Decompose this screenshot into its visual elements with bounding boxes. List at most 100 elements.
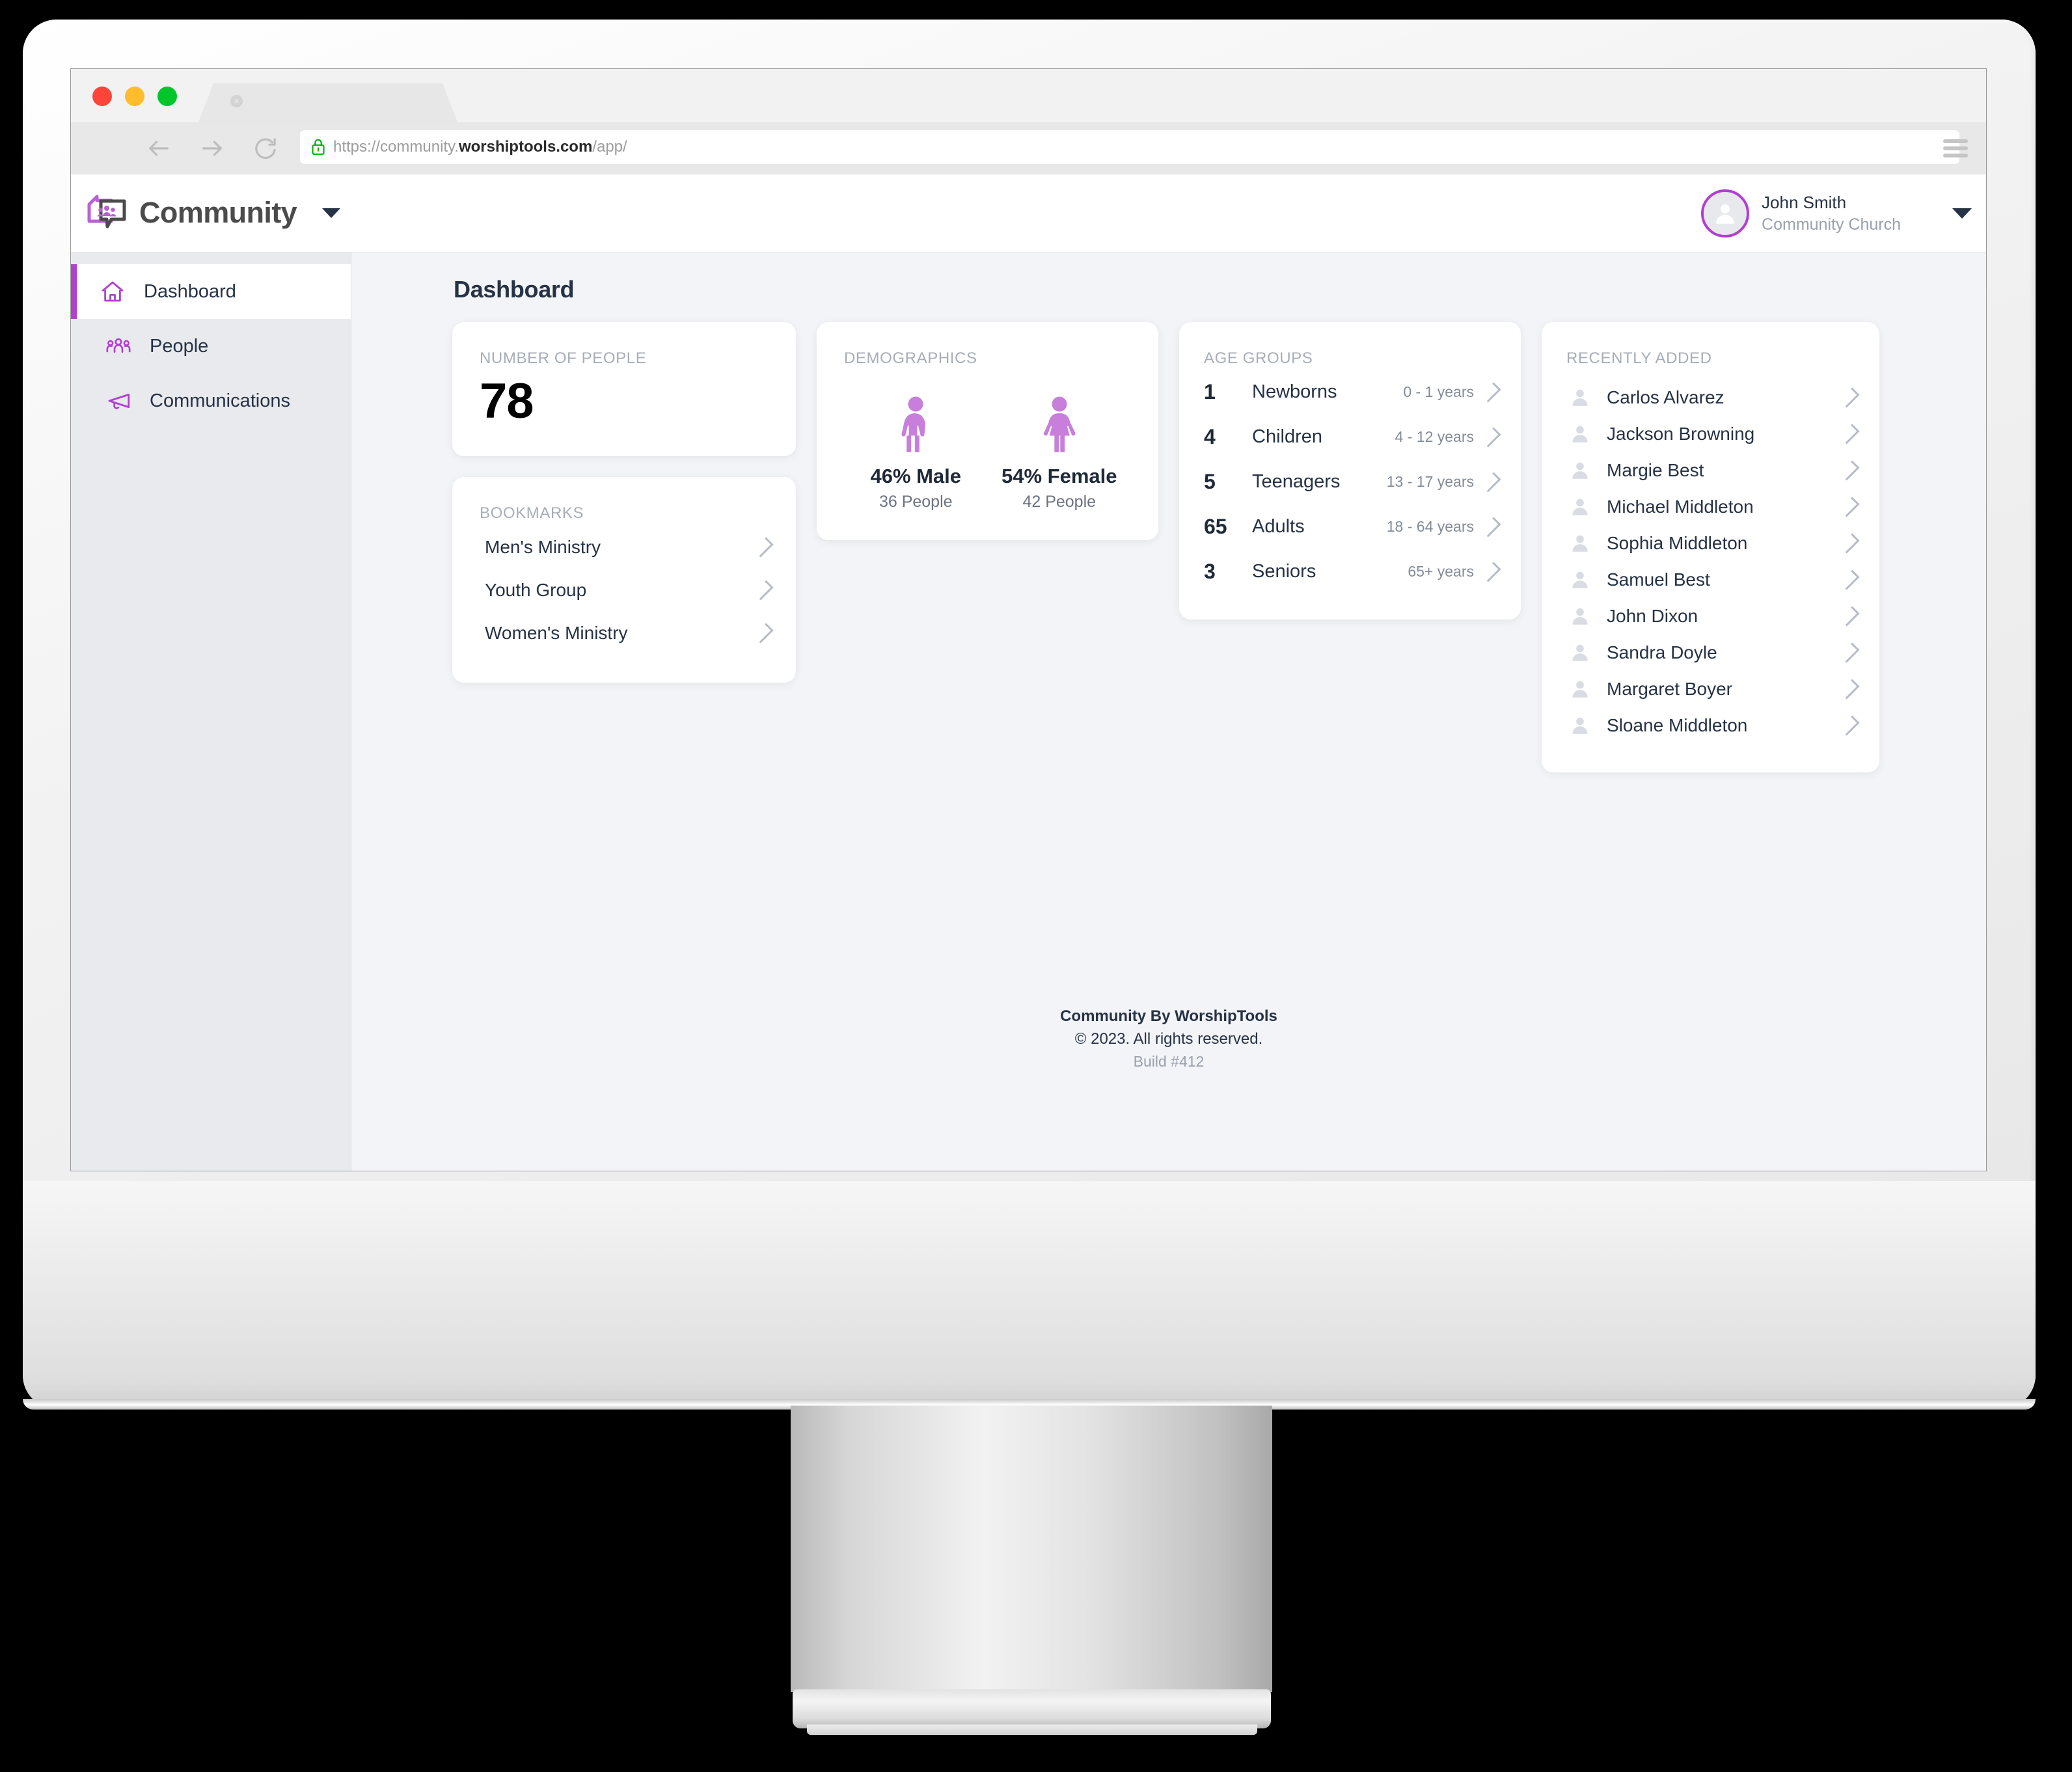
age-group-row[interactable]: 1 Newborns 0 - 1 years: [1179, 372, 1521, 413]
demographics-figures: 46% Male 36 People 54% Female 42 People: [844, 396, 1131, 511]
age-group-count: 65: [1204, 515, 1227, 538]
age-group-row[interactable]: 5 Teenagers 13 - 17 years: [1179, 461, 1521, 502]
age-group-name: Seniors: [1252, 561, 1316, 582]
list-item[interactable]: Margie Best: [1542, 452, 1879, 489]
chevron-right-icon: [753, 537, 774, 558]
age-group-count: 1: [1204, 380, 1216, 403]
age-group-count: 3: [1204, 560, 1216, 583]
card-label: AGE GROUPS: [1204, 349, 1313, 367]
age-group-range: 13 - 17 years: [1386, 473, 1474, 490]
user-info: John Smith Community Church: [1762, 192, 1901, 234]
user-menu[interactable]: John Smith Community Church: [1701, 186, 1972, 241]
list-item[interactable]: Samuel Best: [1542, 562, 1879, 598]
home-icon: [99, 278, 126, 305]
window-close-button[interactable]: [92, 87, 112, 106]
app-body: Dashboard People Communications Dashboar…: [71, 252, 1986, 1171]
cards-column-left: NUMBER OF PEOPLE 78 BOOKMARKS Men's Mini…: [452, 322, 796, 683]
card-label: BOOKMARKS: [480, 504, 584, 522]
user-organization: Community Church: [1762, 215, 1901, 234]
female-count: 42 People: [1022, 493, 1097, 511]
app-footer: Community By WorshipTools © 2023. All ri…: [351, 1005, 1986, 1072]
person-icon: [1569, 532, 1591, 554]
arrow-left-icon[interactable]: [146, 135, 172, 161]
list-item[interactable]: Jackson Browning: [1542, 416, 1879, 452]
age-group-range: 4 - 12 years: [1395, 428, 1474, 445]
sidebar-item-dashboard[interactable]: Dashboard: [71, 264, 351, 319]
arrow-right-icon[interactable]: [199, 135, 225, 161]
number-of-people-value: 78: [480, 374, 534, 429]
main-content: Dashboard NUMBER OF PEOPLE 78 BOOKMARKS …: [351, 252, 1986, 1171]
female-figure-icon: [991, 396, 1128, 452]
person-icon: [1569, 459, 1591, 482]
card-number-of-people: NUMBER OF PEOPLE 78: [452, 322, 796, 456]
list-item[interactable]: Carlos Alvarez: [1542, 379, 1879, 416]
avatar: [1701, 189, 1750, 238]
bookmark-label: Men's Ministry: [485, 537, 601, 557]
url-bar[interactable]: https://community.worshiptools.com/app/: [300, 130, 1959, 164]
age-group-name: Newborns: [1252, 381, 1337, 402]
age-group-range: 18 - 64 years: [1386, 518, 1474, 535]
community-speech-bubble-icon: [87, 195, 126, 228]
person-icon: [1569, 715, 1591, 737]
chevron-right-icon: [753, 623, 774, 644]
person-icon: [1569, 387, 1591, 409]
app-brand[interactable]: Community: [85, 193, 341, 233]
list-item[interactable]: Margaret Boyer: [1542, 671, 1879, 707]
sidebar-item-label: People: [150, 335, 209, 357]
chevron-right-icon: [753, 580, 774, 601]
person-name: Jackson Browning: [1607, 424, 1755, 444]
reload-icon[interactable]: [252, 135, 279, 161]
person-name: Carlos Alvarez: [1607, 387, 1724, 407]
age-group-row[interactable]: 3 Seniors 65+ years: [1179, 551, 1521, 592]
window-zoom-button[interactable]: [157, 87, 177, 106]
list-item[interactable]: Michael Middleton: [1542, 489, 1879, 525]
bookmark-item[interactable]: Youth Group: [452, 572, 796, 608]
sidebar-item-label: Communications: [150, 390, 290, 411]
list-item[interactable]: John Dixon: [1542, 598, 1879, 634]
sidebar-item-label: Dashboard: [144, 280, 236, 302]
age-group-row[interactable]: 4 Children 4 - 12 years: [1179, 416, 1521, 457]
person-icon: [1569, 423, 1591, 445]
list-item[interactable]: Sloane Middleton: [1542, 707, 1879, 744]
app-header: Community John Smith Community Church: [71, 174, 1986, 252]
bookmark-item[interactable]: Men's Ministry: [452, 529, 796, 566]
sidebar-item-people[interactable]: People: [71, 319, 351, 374]
male-percent: 46% Male: [870, 465, 962, 487]
age-group-name: Teenagers: [1252, 471, 1341, 492]
person-icon: [1569, 678, 1591, 700]
chevron-right-icon: [1480, 471, 1501, 493]
recently-added-list: Carlos Alvarez Jackson Browning Margie Bes…: [1542, 379, 1879, 744]
bookmark-label: Women's Ministry: [485, 623, 628, 643]
user-name: John Smith: [1762, 193, 1847, 213]
female-percent: 54% Female: [1002, 465, 1117, 487]
chevron-right-icon: [1480, 561, 1501, 582]
chevron-right-icon: [1480, 426, 1501, 448]
lock-icon: [311, 139, 325, 156]
app-title: Community: [139, 196, 297, 229]
bookmark-label: Youth Group: [485, 580, 587, 600]
list-item[interactable]: Sophia Middleton: [1542, 525, 1879, 562]
chevron-down-icon[interactable]: [1952, 208, 1972, 219]
card-bookmarks: BOOKMARKS Men's Ministry Youth Group Wom…: [452, 477, 796, 683]
list-item[interactable]: Sandra Doyle: [1542, 634, 1879, 671]
chevron-right-icon: [1480, 381, 1501, 403]
page-title: Dashboard: [454, 276, 575, 303]
person-name: Sloane Middleton: [1607, 715, 1748, 735]
tab-close-icon[interactable]: ×: [230, 95, 243, 107]
person-name: Samuel Best: [1607, 569, 1710, 590]
chevron-down-icon[interactable]: [322, 208, 341, 218]
browser-tab-bar: ×: [71, 69, 1986, 124]
monitor-chin: [23, 1181, 2036, 1409]
hamburger-menu-icon[interactable]: [1943, 139, 1968, 157]
footer-copyright: © 2023. All rights reserved.: [1074, 1029, 1263, 1048]
sidebar-item-communications[interactable]: Communications: [71, 374, 351, 428]
window-minimize-button[interactable]: [125, 87, 144, 106]
people-icon: [105, 333, 132, 360]
bookmark-item[interactable]: Women's Ministry: [452, 615, 796, 651]
chevron-right-icon: [1480, 516, 1501, 538]
age-group-row[interactable]: 65 Adults 18 - 64 years: [1179, 506, 1521, 547]
screen: × https://community.worshiptools.com/app…: [70, 68, 1987, 1171]
person-name: Sophia Middleton: [1607, 533, 1748, 553]
demographics-male: 46% Male 36 People: [847, 396, 984, 511]
dashboard-cards: NUMBER OF PEOPLE 78 BOOKMARKS Men's Mini…: [452, 322, 1986, 772]
